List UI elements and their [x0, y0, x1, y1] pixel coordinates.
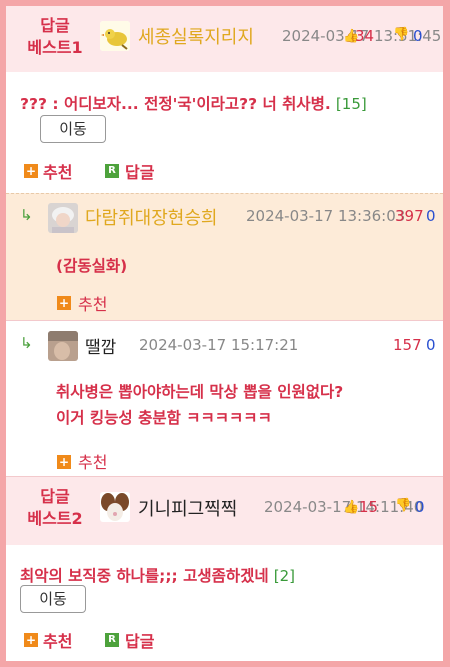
reply-arrow-icon: ↳	[20, 206, 33, 224]
upvote-count: 34	[355, 27, 375, 45]
comment-body: 최악의 보직중 하나를;;; 고생좀하겠네 [2]	[20, 564, 295, 586]
comment-text: (감동실화)	[56, 257, 128, 275]
nickname[interactable]: 땔깜	[85, 333, 116, 358]
recommend-button[interactable]: 추천	[78, 449, 107, 473]
comment-text-line-1: 취사병은 뽑아야하는데 막상 뽑을 인원없다?	[56, 383, 344, 401]
best-badge-1: 답글 베스트1	[27, 16, 83, 57]
thumbs-down-icon[interactable]: 👎	[395, 498, 411, 513]
nickname[interactable]: 다람쥐대장현승희	[85, 204, 217, 230]
downvote-count: 0	[426, 336, 436, 354]
plus-icon: +	[24, 164, 38, 178]
avatar[interactable]	[48, 203, 78, 233]
avatar[interactable]	[100, 492, 130, 522]
vote-box: 👍 34 👎 0	[343, 27, 425, 49]
reply-button[interactable]: 답글	[125, 628, 154, 652]
avatar[interactable]	[100, 21, 130, 51]
recommend-button[interactable]: 추천	[78, 291, 107, 315]
recommend-button[interactable]: 추천	[43, 628, 72, 652]
person-avatar-icon	[48, 203, 78, 233]
move-button[interactable]: 이동	[20, 585, 86, 613]
comment-date: 2024-03-17 13:36:03	[246, 207, 406, 225]
downvote-count: 0	[413, 27, 423, 45]
reply-icon: R	[105, 164, 119, 178]
avatar[interactable]	[48, 331, 78, 361]
reply-count: [15]	[335, 95, 367, 113]
move-button[interactable]: 이동	[40, 115, 106, 143]
vote-box: 👍 15 👎 0	[343, 498, 425, 520]
downvote-count: 0	[426, 207, 436, 225]
person-avatar-icon	[48, 331, 78, 361]
bird-avatar-icon	[100, 21, 130, 51]
downvote-count: 0	[415, 498, 425, 516]
comment-panel: 답글 베스트1 세종실록지리지 2024-03-17 13:51:45 👍 34…	[6, 6, 443, 661]
recommend-button[interactable]: 추천	[43, 159, 72, 183]
reply-count: [2]	[273, 567, 296, 585]
upvote-count: 15	[359, 498, 379, 516]
comment-text: ??? : 어디보자... 전정'국'이라고?? 너 취사병.	[20, 95, 331, 113]
comment-body: ??? : 어디보자... 전정'국'이라고?? 너 취사병. [15]	[20, 92, 367, 114]
reply-arrow-icon: ↳	[20, 334, 33, 352]
comment-date: 2024-03-17 15:17:21	[139, 336, 299, 354]
reply-button[interactable]: 답글	[125, 159, 154, 183]
nickname[interactable]: 기니피그찍찍	[138, 495, 237, 521]
upvote-count: 157	[393, 336, 422, 354]
comment-text: 최악의 보직중 하나를;;; 고생좀하겠네	[20, 567, 269, 585]
guinea-pig-avatar-icon	[100, 492, 130, 522]
reply-icon: R	[105, 633, 119, 647]
upvote-count: 397	[395, 207, 424, 225]
plus-icon: +	[57, 296, 71, 310]
plus-icon: +	[57, 455, 71, 469]
thumbs-up-icon[interactable]: 👍	[343, 500, 359, 515]
divider	[6, 320, 443, 321]
nickname[interactable]: 세종실록지리지	[138, 23, 254, 49]
plus-icon: +	[24, 633, 38, 647]
best-badge-2: 답글 베스트2	[27, 487, 83, 528]
comment-text-line-2: 이거 킹능성 충분함 ㅋㅋㅋㅋㅋㅋ	[56, 409, 272, 427]
thumbs-down-icon[interactable]: 👎	[393, 27, 409, 42]
